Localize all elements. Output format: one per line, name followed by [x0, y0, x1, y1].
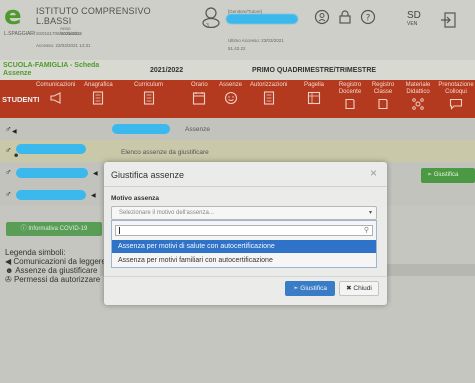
key-icon: ✇ — [5, 275, 14, 284]
smiley-icon: ☻ — [5, 266, 16, 275]
menu-prenotazione-colloqui[interactable]: Prenotazione Colloqui — [437, 82, 475, 110]
report-card-icon — [307, 91, 321, 105]
male-symbol-icon: ♂ — [5, 145, 12, 155]
menu-materiale-didattico[interactable]: Materiale Didattico — [400, 82, 436, 110]
male-symbol-icon: ♂ — [5, 167, 12, 177]
motivo-dropdown: ⚲ Assenza per motivi di salute con autoc… — [111, 220, 377, 268]
menu-pagella[interactable]: Pagella — [304, 82, 324, 105]
menu-comunicazioni[interactable]: Comunicazioni — [36, 82, 75, 105]
megaphone-icon — [50, 92, 61, 104]
login-info: Accesso: 23/03/2021 14:31 — [36, 43, 91, 48]
covid-info-button[interactable]: ⓘ Informativa COVID-19 — [6, 222, 102, 236]
logout-icon[interactable] — [439, 10, 459, 30]
menu-registro-classe[interactable]: Registro Classe — [367, 82, 399, 110]
question-icon[interactable]: ? — [360, 9, 376, 25]
chat-icon — [449, 98, 463, 110]
classeviva-logo[interactable]: e — [4, 1, 22, 31]
modal-title: Giustifica assenze — [111, 170, 185, 180]
student-name-redacted — [112, 124, 170, 134]
language-sub: VEN — [407, 21, 418, 27]
help-badge-icon[interactable] — [314, 9, 330, 25]
motivo-label: Motivo assenza — [111, 195, 160, 202]
user-avatar-icon[interactable] — [200, 6, 222, 28]
menu-registro-docente[interactable]: Registro Docente — [334, 82, 366, 110]
menu-assenze[interactable]: Assenze — [219, 82, 242, 105]
menu-studenti[interactable]: STUDENTI — [2, 95, 40, 104]
legend-item: ✇ Permessi da autorizzare — [5, 275, 101, 284]
legend-item: ☻ Assenze da giustificare — [5, 266, 98, 275]
modal-divider — [104, 186, 387, 187]
document-icon — [93, 91, 104, 105]
svg-text:?: ? — [366, 14, 371, 24]
giustifica-background-button[interactable]: ➣ Giustifica — [421, 168, 475, 183]
document-icon — [263, 91, 274, 105]
logo-subtitle: L.SPAGGIARI — [4, 31, 36, 37]
menu-curriculum[interactable]: Curriculum — [134, 82, 163, 105]
search-icon: ⚲ — [363, 227, 369, 234]
smiley-icon — [224, 91, 237, 105]
legend-item: ◀ Comunicazioni da leggere — [5, 257, 106, 266]
motivo-select[interactable]: Selezionare il motivo dell'assenza... ▾ — [111, 206, 377, 220]
male-symbol-icon: ♂ — [5, 124, 12, 134]
modal-footer-divider — [104, 276, 387, 277]
student-row[interactable]: ♂ ◀ Assenze — [0, 118, 475, 140]
dropdown-search-input[interactable]: ⚲ — [115, 225, 373, 236]
close-icon[interactable]: × — [370, 166, 377, 180]
student-name-redacted — [16, 144, 86, 154]
calendar-icon — [193, 92, 206, 105]
title-bar: SCUOLA-FAMIGLIA - Scheda Assenze 2021/20… — [0, 60, 475, 80]
book-icon — [345, 98, 355, 110]
section-title: SCUOLA-FAMIGLIA - Scheda Assenze — [3, 62, 100, 77]
option-salute[interactable]: Assenza per motivi di salute con autocer… — [112, 240, 376, 253]
last-access: Ultimo Accesso: 23/03/2021 — [228, 38, 284, 43]
smiley-icon: ☻ — [13, 153, 20, 159]
school-year: 2021/2022 — [150, 67, 184, 74]
row-label-elenco: Elenco assenze da giustificare — [121, 149, 209, 156]
option-familiari[interactable]: Assenza per motivi familiari con autocer… — [112, 254, 376, 267]
chiudi-button[interactable]: ✖ Chiudi — [339, 281, 379, 296]
student-row[interactable]: ♂ ☻ Elenco assenze da giustificare — [0, 140, 475, 162]
ip-address: 51.42.22 — [228, 46, 246, 51]
lock-icon[interactable] — [337, 9, 353, 25]
symbol-legend: Legenda simboli: ◀ Comunicazioni da legg… — [5, 248, 106, 284]
megaphone-icon: ◀ — [93, 171, 98, 177]
language-selector[interactable]: SD — [407, 10, 421, 21]
student-name-redacted — [16, 190, 86, 200]
text-cursor — [119, 227, 120, 234]
user-name-redacted — [226, 14, 298, 24]
megaphone-icon: ◀ — [12, 129, 17, 135]
megaphone-icon: ◀ — [91, 193, 96, 199]
user-count: 3 — [206, 23, 209, 29]
student-name-redacted — [16, 168, 88, 178]
document-icon — [143, 91, 154, 105]
chevron-down-icon: ▾ — [368, 210, 372, 216]
giustifica-modal: Giustifica assenze × Motivo assenza Sele… — [104, 162, 387, 305]
menu-anagrafica[interactable]: Anagrafica — [84, 82, 113, 105]
giustifica-button[interactable]: ➣ Giustifica — [285, 281, 335, 296]
male-symbol-icon: ♂ — [5, 189, 12, 199]
row-label-assenze: Assenze — [185, 126, 210, 133]
book-icon — [378, 98, 388, 110]
app-header: e L.SPAGGIARI ISTITUTO COMPRENSIVO L.BAS… — [0, 0, 475, 60]
network-icon — [412, 98, 424, 110]
period-label: PRIMO QUADRIMESTRE/TRIMESTRE — [252, 67, 377, 74]
menu-autorizzazioni[interactable]: Autorizzazioni — [250, 82, 287, 105]
main-menu: STUDENTI Comunicazioni Anagrafica Curric… — [0, 80, 475, 118]
school-name: ISTITUTO COMPRENSIVO L.BASSI — [36, 6, 151, 26]
arrow-icon: ➣ — [427, 172, 434, 178]
menu-orario[interactable]: Orario — [191, 82, 208, 105]
school-code: SS0161708/2021/2022 — [36, 31, 83, 36]
